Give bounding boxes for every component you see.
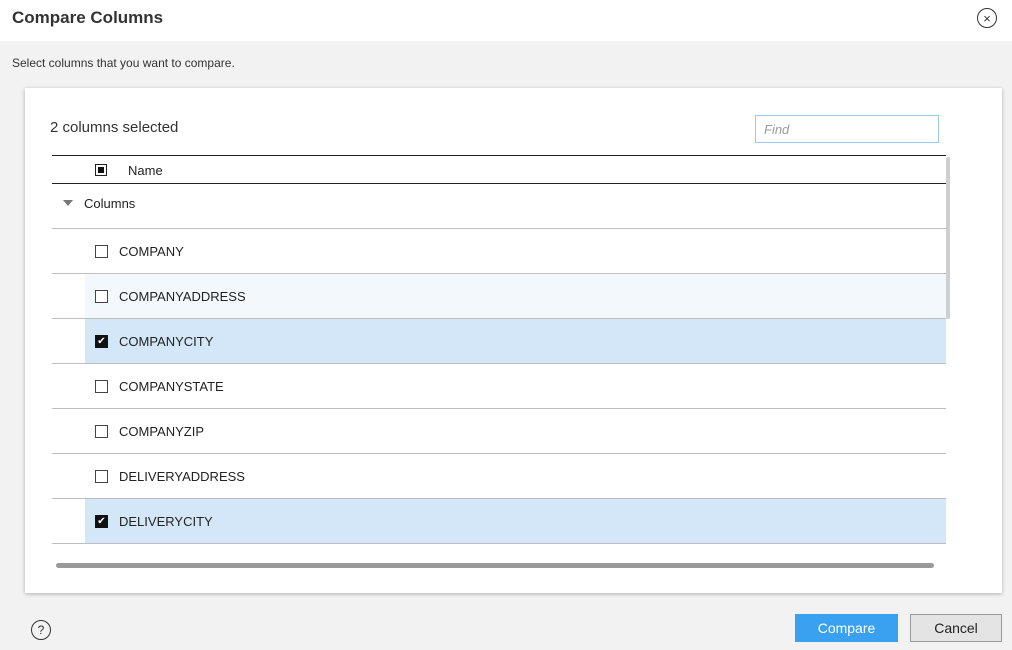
group-label: Columns: [84, 196, 136, 211]
compare-button[interactable]: Compare: [795, 614, 898, 642]
vertical-scrollbar[interactable]: [946, 157, 950, 319]
table-row[interactable]: COMPANYZIP: [52, 409, 946, 454]
selected-count-label: 2 columns selected: [50, 119, 179, 136]
columns-grid: Name Columns COMPANY COMPANYADDRESS ✔ COMPA…: [52, 155, 946, 546]
cancel-button[interactable]: Cancel: [910, 614, 1002, 642]
row-checkbox[interactable]: [95, 470, 108, 483]
column-name: COMPANYSTATE: [119, 379, 224, 394]
select-all-checkbox[interactable]: [95, 164, 107, 176]
table-row[interactable]: COMPANYSTATE: [52, 364, 946, 409]
close-icon[interactable]: ×: [977, 8, 997, 28]
find-input[interactable]: [755, 115, 939, 143]
row-highlight: [85, 499, 946, 543]
table-row[interactable]: DELIVERYADDRESS: [52, 454, 946, 499]
row-checkbox[interactable]: [95, 425, 108, 438]
row-highlight: [85, 319, 946, 363]
table-row[interactable]: ✔ DELIVERYCITY: [52, 499, 946, 544]
row-highlight: [85, 229, 946, 273]
row-checkbox[interactable]: ✔: [95, 335, 108, 348]
horizontal-scrollbar[interactable]: [56, 563, 934, 568]
column-name: COMPANYADDRESS: [119, 289, 246, 304]
row-checkbox[interactable]: [95, 380, 108, 393]
column-name: COMPANYCITY: [119, 334, 214, 349]
table-row[interactable]: COMPANYADDRESS: [52, 274, 946, 319]
column-selection-panel: 2 columns selected Name Columns COMPANYC…: [25, 88, 1002, 593]
row-checkbox[interactable]: [95, 245, 108, 258]
table-row[interactable]: COMPANY: [52, 229, 946, 274]
name-column-header[interactable]: Name: [128, 163, 163, 178]
column-name: COMPANY: [119, 244, 184, 259]
column-name: DELIVERYCITY: [119, 514, 213, 529]
dialog-titlebar: Compare Columns ×: [0, 0, 1012, 41]
help-icon[interactable]: ?: [31, 620, 51, 640]
row-highlight: [85, 409, 946, 453]
column-name: DELIVERYADDRESS: [119, 469, 245, 484]
row-checkbox[interactable]: ✔: [95, 515, 108, 528]
expand-caret-icon[interactable]: [63, 200, 73, 206]
dialog-instructions: Select columns that you want to compare.: [12, 56, 235, 70]
column-name: COMPANYZIP: [119, 424, 204, 439]
table-row[interactable]: ✔ COMPANYCITY: [52, 319, 946, 364]
columns-group-row[interactable]: Columns: [52, 184, 946, 229]
dialog-title: Compare Columns: [12, 8, 164, 27]
grid-header-row: Name: [52, 155, 946, 184]
row-checkbox[interactable]: [95, 290, 108, 303]
